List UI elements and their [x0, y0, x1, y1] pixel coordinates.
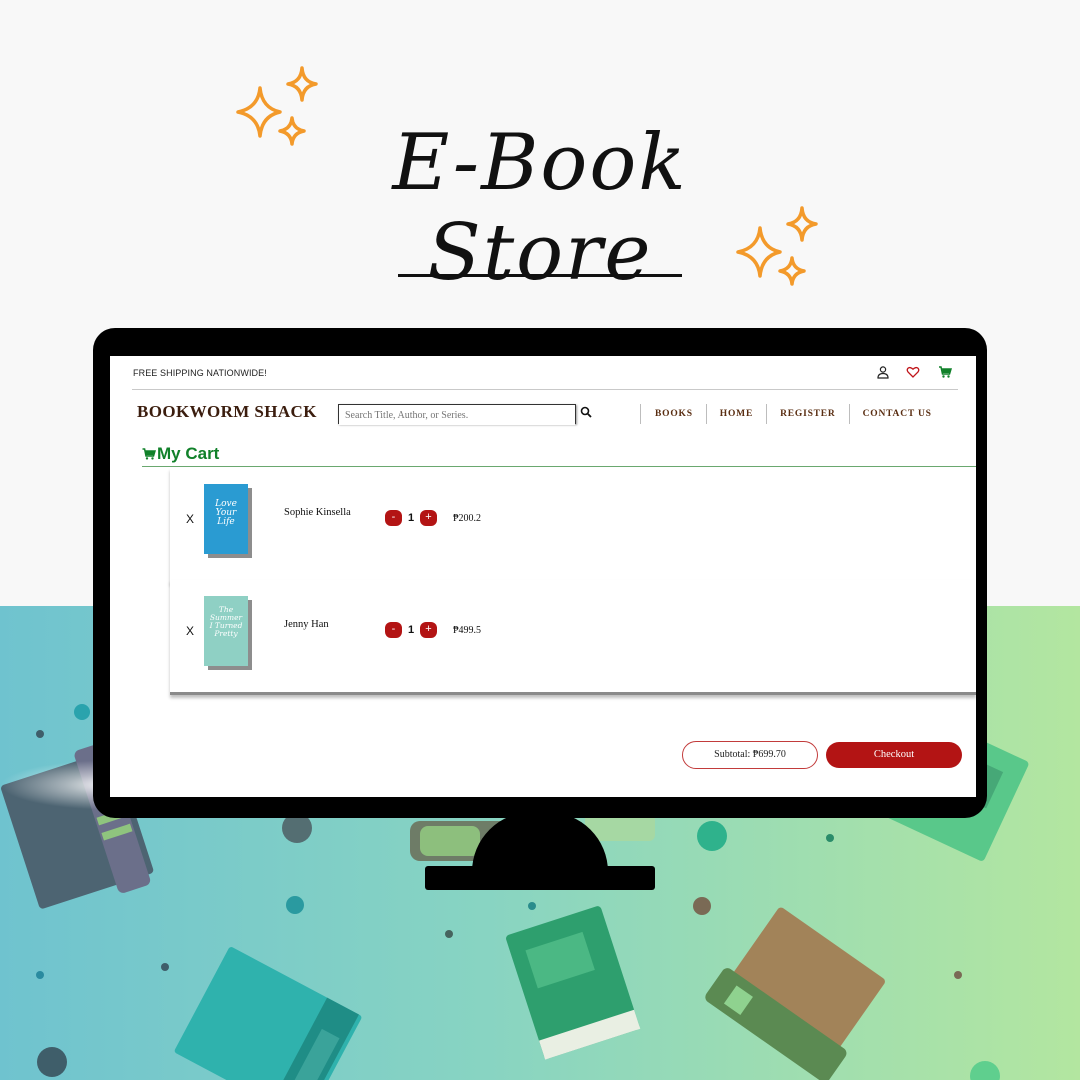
main-nav: BOOKS HOME REGISTER CONTACT US [640, 404, 945, 426]
quantity-value: 1 [407, 512, 415, 524]
nav-home[interactable]: HOME [705, 404, 766, 424]
quantity-stepper: - 1 + [385, 510, 437, 526]
remove-item-button[interactable]: X [186, 512, 194, 526]
decrement-button[interactable]: - [385, 510, 402, 526]
increment-button[interactable]: + [420, 510, 437, 526]
search-icon[interactable] [580, 406, 592, 418]
cart-item: X Love Your Life Sophie Kinsella - 1 + ₱… [170, 468, 976, 583]
user-icon[interactable] [876, 365, 890, 379]
checkout-button[interactable]: Checkout [826, 742, 962, 768]
promo-headline: E-Book Store [392, 118, 688, 298]
search-input[interactable] [339, 406, 575, 425]
subtotal-display: Subtotal: ₱699.70 [682, 741, 818, 769]
heart-icon[interactable] [906, 365, 920, 379]
nav-register[interactable]: REGISTER [766, 404, 849, 424]
quantity-value: 1 [407, 624, 415, 636]
book-cover[interactable]: The Summer I Turned Pretty [204, 596, 248, 666]
nav-books[interactable]: BOOKS [640, 404, 706, 424]
item-price: ₱499.5 [453, 625, 482, 636]
item-price: ₱200.2 [453, 513, 482, 524]
top-divider [132, 389, 958, 390]
headline-underline [398, 274, 682, 277]
sparkle-icon [236, 66, 318, 146]
cart-heading: My Cart [142, 444, 219, 464]
book-cover[interactable]: Love Your Life [204, 484, 248, 554]
book-author: Sophie Kinsella [284, 507, 351, 518]
cart-icon[interactable] [938, 365, 952, 379]
increment-button[interactable]: + [420, 622, 437, 638]
cart-title: My Cart [157, 444, 220, 463]
monitor-base [425, 866, 655, 890]
decrement-button[interactable]: - [385, 622, 402, 638]
search-field [338, 404, 576, 425]
top-bar: FREE SHIPPING NATIONWIDE! [110, 356, 976, 390]
remove-item-button[interactable]: X [186, 624, 194, 638]
cart-divider [142, 466, 976, 467]
sparkle-icon [736, 206, 818, 286]
brand-logo[interactable]: BOOKWORM SHACK [137, 402, 317, 422]
shipping-banner: FREE SHIPPING NATIONWIDE! [133, 368, 267, 378]
book-cover-title: The Summer I Turned Pretty [209, 605, 243, 638]
book-cover-title: Love Your Life [215, 499, 237, 527]
book-author: Jenny Han [284, 619, 329, 630]
cart-icon [142, 448, 156, 460]
nav-contact-us[interactable]: CONTACT US [848, 404, 945, 424]
cart-item: X The Summer I Turned Pretty Jenny Han -… [170, 580, 976, 695]
website-screen: FREE SHIPPING NATIONWIDE! BOOKWORM SHACK… [110, 356, 976, 797]
quantity-stepper: - 1 + [385, 622, 437, 638]
